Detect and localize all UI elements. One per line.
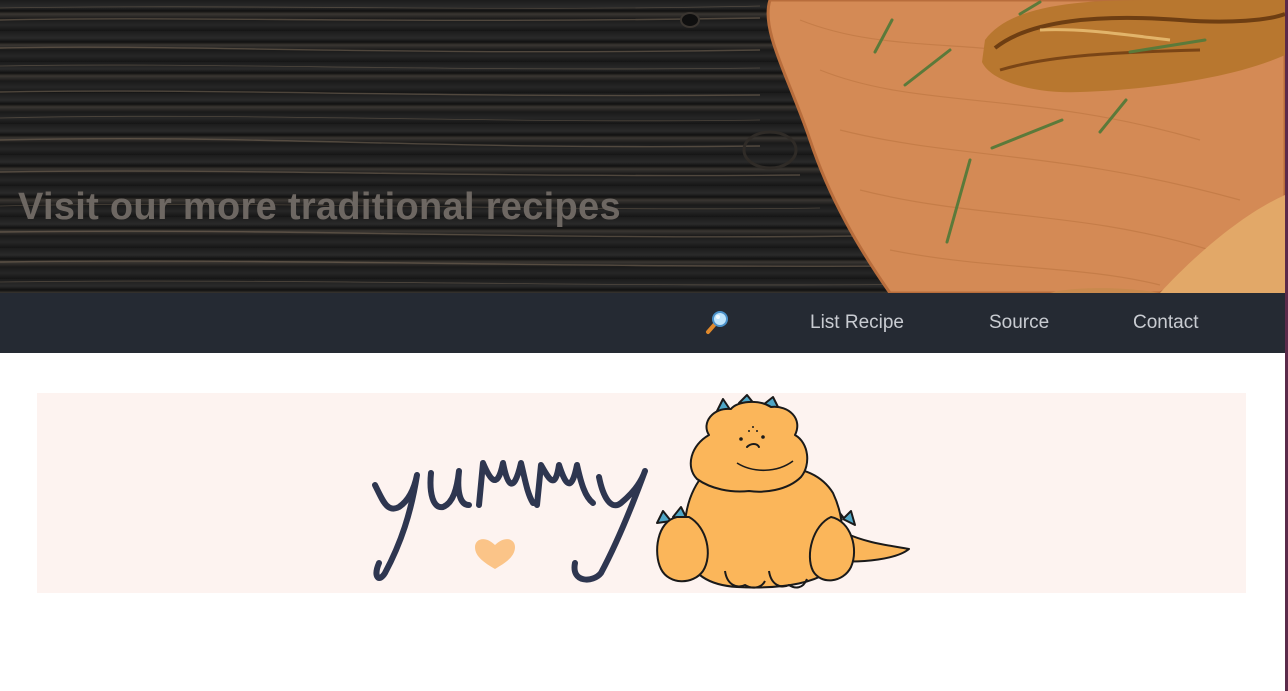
hero-banner: Visit our more traditional recipes (0, 0, 1285, 293)
page: Visit our more traditional recipes List … (0, 0, 1288, 691)
hero-title: Visit our more traditional recipes (18, 186, 621, 228)
magnifier-icon[interactable] (704, 310, 730, 336)
yummy-dinosaur-illustration (372, 394, 910, 589)
yummy-banner (37, 393, 1246, 593)
nav-link-source[interactable]: Source (989, 312, 1049, 334)
nav-link-contact[interactable]: Contact (1133, 312, 1198, 334)
nav-link-list-recipe[interactable]: List Recipe (810, 312, 904, 334)
main-navigation: List Recipe Source Contact (0, 293, 1285, 353)
hero-background-image (0, 0, 1285, 293)
